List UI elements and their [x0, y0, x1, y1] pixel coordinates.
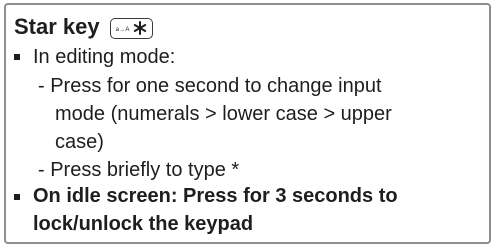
sub-item-press-one-second-cont: mode (numerals > lower case > upper [55, 103, 392, 125]
page-title: Star key [14, 14, 100, 39]
asterisk-icon [133, 21, 146, 35]
list-item-idle-screen: On idle screen: Press for 3 seconds to [33, 185, 398, 207]
sub-item-press-one-second: - Press for one second to change input [38, 75, 382, 97]
list-item-editing-mode: In editing mode: [33, 46, 176, 68]
sub-item-press-briefly: - Press briefly to type * [38, 159, 240, 181]
title-row: Star key a→A [14, 12, 153, 42]
bullet-marker [14, 194, 20, 200]
star-key-icon: a→A [109, 17, 153, 39]
key-case-label: a→A [115, 27, 130, 33]
sub-item-press-one-second-cont2: case) [55, 131, 104, 153]
list-item-idle-screen-cont: lock/unlock the keypad [33, 213, 254, 235]
bullet-marker [14, 54, 20, 60]
